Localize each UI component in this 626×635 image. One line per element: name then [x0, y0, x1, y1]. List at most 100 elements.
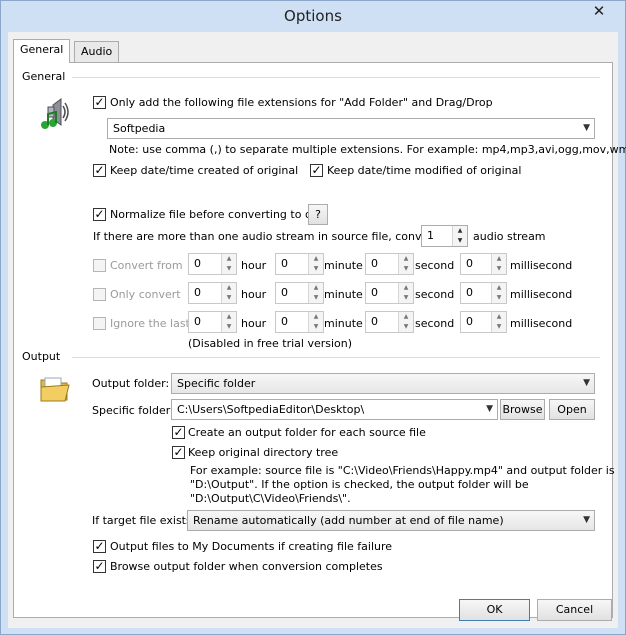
example-line-2: "D:\Output". If the option is checked, t…	[190, 478, 529, 491]
convert-from-hour-spinner[interactable]: 0 ▲ ▼	[188, 253, 237, 275]
spinner-value: 0	[194, 286, 201, 299]
browse-when-done-label: Browse output folder when conversion com…	[110, 560, 383, 573]
ignore-last-checkbox[interactable]	[93, 317, 106, 330]
spinner-arrows[interactable]: ▲ ▼	[398, 312, 413, 332]
browse-when-done-checkbox[interactable]: ✓	[93, 560, 106, 573]
keep-modified-checkbox[interactable]: ✓	[310, 164, 323, 177]
spin-up-icon[interactable]: ▲	[492, 283, 506, 293]
spinner-value: 0	[371, 315, 378, 328]
only-convert-hour-spinner[interactable]: 0 ▲ ▼	[188, 282, 237, 304]
spinner-value: 0	[281, 286, 288, 299]
specific-folder-combo[interactable]: C:\Users\SoftpediaEditor\Desktop\ ▼	[171, 399, 498, 420]
general-divider	[72, 77, 600, 78]
audio-stream-suffix: audio stream	[473, 230, 546, 243]
extensions-combo[interactable]: Softpedia ▼	[107, 118, 595, 139]
spin-up-icon[interactable]: ▲	[492, 312, 506, 322]
normalize-checkbox[interactable]: ✓	[93, 208, 106, 221]
browse-button[interactable]: Browse	[500, 399, 545, 420]
spin-down-icon[interactable]: ▼	[399, 322, 413, 332]
output-folder-combo[interactable]: Specific folder ▼	[171, 373, 595, 394]
convert-from-minute-spinner[interactable]: 0 ▲ ▼	[275, 253, 324, 275]
spinner-arrows[interactable]: ▲ ▼	[221, 312, 236, 332]
spinner-value: 0	[194, 257, 201, 270]
spin-down-icon[interactable]: ▼	[453, 236, 467, 246]
spin-down-icon[interactable]: ▼	[222, 293, 236, 303]
only-convert-checkbox[interactable]	[93, 288, 106, 301]
hour-label: hour	[241, 259, 267, 272]
keep-created-checkbox[interactable]: ✓	[93, 164, 106, 177]
keep-directory-tree-checkbox[interactable]: ✓	[172, 446, 185, 459]
ignore-last-hour-spinner[interactable]: 0 ▲ ▼	[188, 311, 237, 333]
convert-from-millisecond-spinner[interactable]: 0 ▲ ▼	[460, 253, 507, 275]
ok-button[interactable]: OK	[459, 599, 530, 621]
normalize-help-button[interactable]: ?	[308, 204, 328, 225]
only-add-extensions-checkbox[interactable]: ✓	[93, 96, 106, 109]
only-convert-second-spinner[interactable]: 0 ▲ ▼	[365, 282, 414, 304]
spin-up-icon[interactable]: ▲	[309, 312, 323, 322]
spin-down-icon[interactable]: ▼	[222, 264, 236, 274]
spin-up-icon[interactable]: ▲	[399, 283, 413, 293]
create-output-folder-checkbox[interactable]: ✓	[172, 426, 185, 439]
convert-from-checkbox[interactable]	[93, 259, 106, 272]
close-button[interactable]: ✕	[579, 2, 619, 22]
my-documents-checkbox[interactable]: ✓	[93, 540, 106, 553]
spinner-arrows[interactable]: ▲ ▼	[452, 226, 467, 246]
spinner-arrows[interactable]: ▲ ▼	[491, 254, 506, 274]
spin-down-icon[interactable]: ▼	[309, 264, 323, 274]
spinner-arrows[interactable]: ▲ ▼	[491, 283, 506, 303]
spin-up-icon[interactable]: ▲	[222, 254, 236, 264]
chevron-down-icon: ▼	[583, 123, 590, 133]
millisecond-label: millisecond	[510, 288, 573, 301]
speaker-music-icon	[39, 95, 73, 131]
spin-down-icon[interactable]: ▼	[222, 322, 236, 332]
spinner-value: 0	[281, 315, 288, 328]
spin-up-icon[interactable]: ▲	[453, 226, 467, 236]
spin-up-icon[interactable]: ▲	[309, 254, 323, 264]
tab-audio[interactable]: Audio	[74, 41, 120, 63]
spin-down-icon[interactable]: ▼	[399, 264, 413, 274]
tab-general[interactable]: General	[13, 39, 71, 63]
spin-up-icon[interactable]: ▲	[492, 254, 506, 264]
spinner-arrows[interactable]: ▲ ▼	[491, 312, 506, 332]
spinner-arrows[interactable]: ▲ ▼	[221, 254, 236, 274]
spin-up-icon[interactable]: ▲	[399, 312, 413, 322]
spin-down-icon[interactable]: ▼	[309, 293, 323, 303]
spin-up-icon[interactable]: ▲	[222, 283, 236, 293]
audio-stream-spinner[interactable]: 1 ▲ ▼	[421, 225, 468, 247]
output-folder-value: Specific folder	[177, 377, 256, 390]
tab-panel-general: General ✓ Only add the following file ex…	[13, 62, 626, 618]
convert-from-second-spinner[interactable]: 0 ▲ ▼	[365, 253, 414, 275]
ignore-last-minute-spinner[interactable]: 0 ▲ ▼	[275, 311, 324, 333]
hour-label: hour	[241, 317, 267, 330]
spinner-arrows[interactable]: ▲ ▼	[398, 283, 413, 303]
specific-folder-label: Specific folder:	[92, 404, 174, 417]
spin-down-icon[interactable]: ▼	[492, 293, 506, 303]
only-convert-minute-spinner[interactable]: 0 ▲ ▼	[275, 282, 324, 304]
if-exists-value: Rename automatically (add number at end …	[193, 514, 504, 527]
ignore-last-millisecond-spinner[interactable]: 0 ▲ ▼	[460, 311, 507, 333]
only-convert-millisecond-spinner[interactable]: 0 ▲ ▼	[460, 282, 507, 304]
open-button[interactable]: Open	[549, 399, 595, 420]
spinner-arrows[interactable]: ▲ ▼	[398, 254, 413, 274]
spin-down-icon[interactable]: ▼	[492, 322, 506, 332]
spinner-arrows[interactable]: ▲ ▼	[308, 254, 323, 274]
spin-up-icon[interactable]: ▲	[399, 254, 413, 264]
spinner-arrows[interactable]: ▲ ▼	[221, 283, 236, 303]
spinner-value: 0	[466, 286, 473, 299]
spinner-value: 0	[466, 257, 473, 270]
spin-up-icon[interactable]: ▲	[222, 312, 236, 322]
window-title: Options	[284, 7, 342, 25]
ignore-last-second-spinner[interactable]: 0 ▲ ▼	[365, 311, 414, 333]
spin-up-icon[interactable]: ▲	[309, 283, 323, 293]
second-label: second	[415, 317, 455, 330]
spinner-value: 0	[281, 257, 288, 270]
options-window: Options ✕ General Audio General ✓ Only a…	[0, 0, 626, 635]
spinner-arrows[interactable]: ▲ ▼	[308, 312, 323, 332]
spin-down-icon[interactable]: ▼	[492, 264, 506, 274]
spinner-arrows[interactable]: ▲ ▼	[308, 283, 323, 303]
spin-down-icon[interactable]: ▼	[399, 293, 413, 303]
if-exists-combo[interactable]: Rename automatically (add number at end …	[187, 510, 595, 531]
spin-down-icon[interactable]: ▼	[309, 322, 323, 332]
cancel-button[interactable]: Cancel	[537, 599, 612, 621]
extensions-note: Note: use comma (,) to separate multiple…	[109, 143, 626, 156]
